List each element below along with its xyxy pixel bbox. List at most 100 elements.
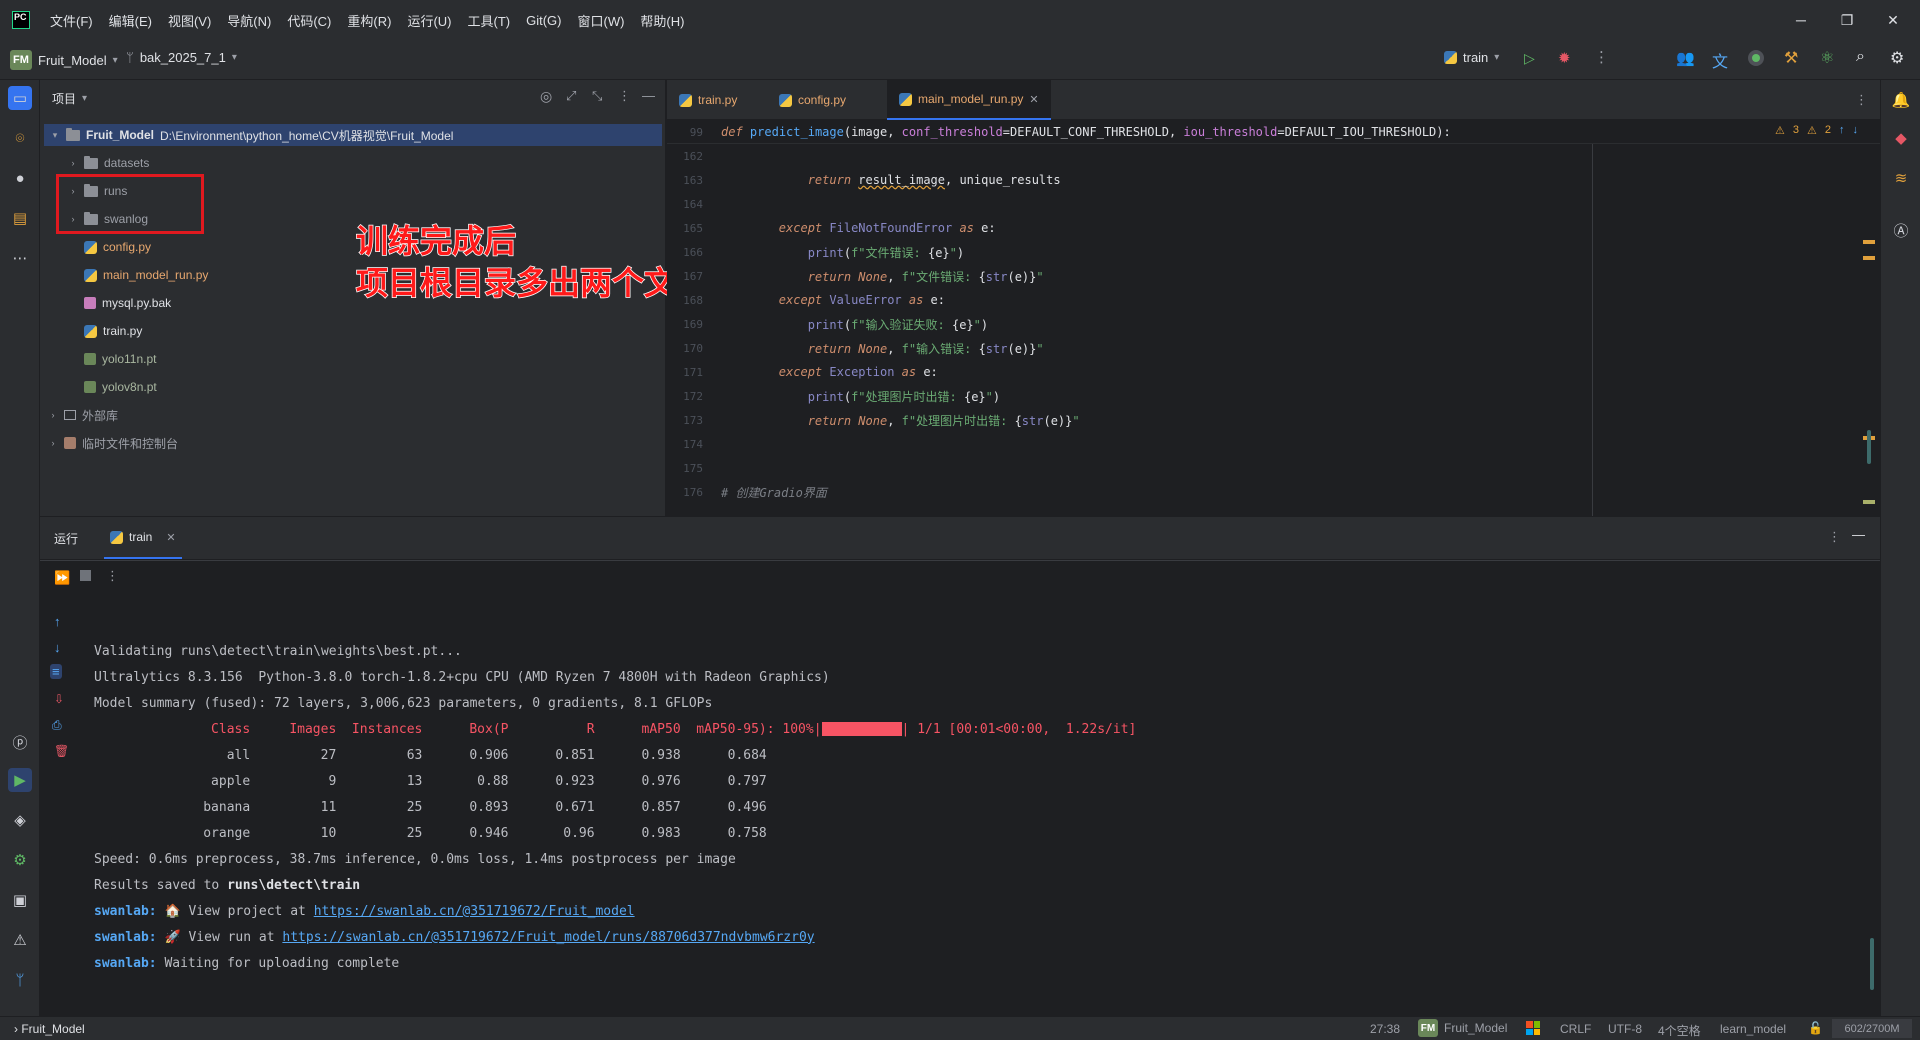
tabs-options-icon[interactable]: ⋮ (1855, 92, 1868, 108)
search-icon[interactable]: ⌕ (1856, 48, 1865, 66)
warning-marker[interactable] (1863, 240, 1875, 244)
warning-marker[interactable] (1863, 256, 1875, 260)
restore-icon[interactable]: ❐ (1824, 0, 1870, 40)
tree-item-scratches[interactable]: › 临时文件和控制台 (48, 432, 179, 454)
tab-config-py[interactable]: config.py (767, 80, 858, 120)
menu-help[interactable]: 帮助(H) (640, 11, 684, 30)
soft-wrap-icon[interactable]: ≡ (50, 664, 62, 679)
plugin-red-icon[interactable]: ◆ (1889, 126, 1913, 150)
project-selector[interactable]: FM Fruit_Model ▾ (10, 50, 118, 70)
rerun-icon[interactable]: ⏩ (54, 570, 70, 586)
menu-refactor[interactable]: 重构(R) (347, 11, 391, 30)
cursor-position[interactable]: 27:38 (1370, 1022, 1400, 1036)
file-encoding[interactable]: UTF-8 (1608, 1022, 1642, 1036)
stop-icon[interactable] (80, 570, 91, 581)
close-icon[interactable]: ✕ (1870, 0, 1916, 40)
tools-icon[interactable]: ⚒ (1784, 48, 1798, 68)
status-breadcrumb[interactable]: › Fruit_Model (14, 1022, 85, 1036)
tree-item-main-model-run-py[interactable]: main_model_run.py (84, 264, 208, 286)
structure-icon[interactable]: ▤ (8, 206, 32, 230)
layers-icon[interactable]: ◈ (8, 808, 32, 832)
python-console-icon[interactable]: ⓟ (8, 730, 32, 754)
arrow-up-icon[interactable]: ↑ (1839, 124, 1845, 137)
hide-run-panel-icon[interactable]: — (1852, 527, 1865, 542)
tree-item-datasets[interactable]: › datasets (68, 152, 149, 174)
menu-edit[interactable]: 编辑(E) (109, 11, 152, 30)
arrow-down-icon[interactable]: ↓ (1853, 124, 1859, 137)
debug-icon[interactable]: ✹ (1558, 49, 1571, 67)
notifications-icon[interactable]: 🔔 (1889, 88, 1913, 112)
scroll-up-icon[interactable]: ↑ (54, 614, 61, 629)
tree-item-yolov8n-pt[interactable]: yolov8n.pt (84, 376, 157, 398)
tab-train-py[interactable]: train.py (667, 80, 749, 120)
run-icon[interactable]: ▷ (1524, 50, 1535, 67)
line-separator[interactable]: CRLF (1560, 1022, 1591, 1036)
expand-all-icon[interactable]: ⤢ (566, 88, 576, 104)
menu-tools[interactable]: 工具(T) (467, 11, 510, 30)
status-project[interactable]: FM Fruit_Model (1418, 1019, 1507, 1037)
tree-root[interactable]: ▾ Fruit_Model D:\Environment\python_home… (44, 124, 662, 146)
problems-icon[interactable]: ⚠ (8, 928, 32, 952)
run-tool-icon[interactable]: ▶ (8, 768, 32, 792)
print-icon[interactable]: ⎙ (52, 718, 62, 733)
hide-panel-icon[interactable]: — (642, 88, 655, 103)
info-marker[interactable] (1863, 500, 1875, 504)
menu-window[interactable]: 窗口(W) (577, 11, 624, 30)
code-editor[interactable]: 99 def predict_image(image, conf_threshol… (667, 80, 1880, 516)
ai-chat-icon[interactable]: Ⓐ (1889, 218, 1913, 242)
menu-run[interactable]: 运行(U) (407, 11, 451, 30)
scroll-down-icon[interactable]: ↓ (54, 640, 61, 655)
options-icon[interactable]: ⋮ (618, 88, 631, 104)
run-tab-train[interactable]: train ✕ (104, 517, 182, 559)
branch-selector[interactable]: ᛘ bak_2025_7_1 ▾ (126, 50, 237, 65)
more-tools-icon[interactable]: ⋯ (8, 246, 32, 270)
windows-logo-icon[interactable] (1526, 1021, 1540, 1035)
indent-setting[interactable]: 4个空格 (1658, 1022, 1701, 1039)
git-icon[interactable]: ᛘ (8, 968, 32, 992)
run-more-icon[interactable]: ⋮ (106, 568, 119, 584)
close-tab-icon[interactable]: ✕ (1029, 93, 1038, 106)
tree-item-mysql-bak[interactable]: mysql.py.bak (84, 292, 171, 314)
more-actions-icon[interactable]: ⋮ (1594, 48, 1609, 66)
scroll-to-end-icon[interactable]: ⇩ (54, 692, 64, 706)
menu-git[interactable]: Git(G) (526, 13, 561, 28)
swanlab-run-link[interactable]: https://swanlab.cn/@351719672/Fruit_mode… (282, 930, 814, 945)
tree-item-yolo11n-pt[interactable]: yolo11n.pt (84, 348, 157, 370)
tree-item-external-libs[interactable]: › 外部库 (48, 404, 119, 426)
main-toolbar: FM Fruit_Model ▾ ᛘ bak_2025_7_1 ▾ train … (0, 40, 1920, 80)
menu-view[interactable]: 视图(V) (168, 11, 211, 30)
python-interpreter[interactable]: learn_model (1720, 1022, 1786, 1036)
inspection-widget[interactable]: ⚠ 3 ⚠ 2 ↑ ↓ (1775, 124, 1858, 137)
memory-indicator[interactable]: 602/2700M (1832, 1019, 1912, 1038)
menu-navigate[interactable]: 导航(N) (227, 11, 271, 30)
services-icon[interactable]: ⚙ (8, 848, 32, 872)
project-tool-icon[interactable]: ▭ (8, 86, 32, 110)
database-icon[interactable]: ≋ (1889, 166, 1913, 190)
console-scrollbar[interactable] (1870, 938, 1874, 990)
swanlab-project-link[interactable]: https://swanlab.cn/@351719672/Fruit_mode… (314, 904, 635, 919)
menu-file[interactable]: 文件(F) (50, 11, 93, 30)
terminal-icon[interactable]: ▣ (8, 888, 32, 912)
plugin-circle-icon[interactable] (1748, 50, 1764, 66)
editor-scrollbar[interactable] (1867, 430, 1871, 464)
translate-icon[interactable]: 文 (1712, 48, 1728, 72)
commit-icon[interactable]: ⌾ (8, 126, 32, 150)
tab-main-model-run-py[interactable]: main_model_run.py ✕ (887, 80, 1051, 120)
run-config-selector[interactable]: train ▾ (1444, 50, 1499, 65)
settings-icon[interactable]: ⚙ (1890, 48, 1904, 68)
code-with-me-icon[interactable]: 👥 (1676, 49, 1695, 67)
menu-code[interactable]: 代码(C) (287, 11, 331, 30)
github-icon[interactable]: ● (8, 166, 32, 190)
minimize-icon[interactable]: ─ (1778, 0, 1824, 40)
close-tab-icon[interactable]: ✕ (166, 531, 175, 544)
tree-item-train-py[interactable]: train.py (84, 320, 142, 342)
ai-assistant-icon[interactable]: ⚛ (1820, 48, 1834, 68)
locate-icon[interactable]: ◎ (540, 88, 552, 105)
line-number: 175 (683, 461, 703, 475)
run-options-icon[interactable]: ⋮ (1828, 529, 1841, 545)
collapse-all-icon[interactable]: ⤡ (592, 88, 602, 104)
lock-icon[interactable]: 🔓 (1808, 1021, 1823, 1035)
clear-all-icon[interactable]: 🗑 (54, 744, 69, 758)
tree-item-config-py[interactable]: config.py (84, 236, 151, 258)
project-panel-header[interactable]: 项目 ▾ (52, 90, 87, 107)
